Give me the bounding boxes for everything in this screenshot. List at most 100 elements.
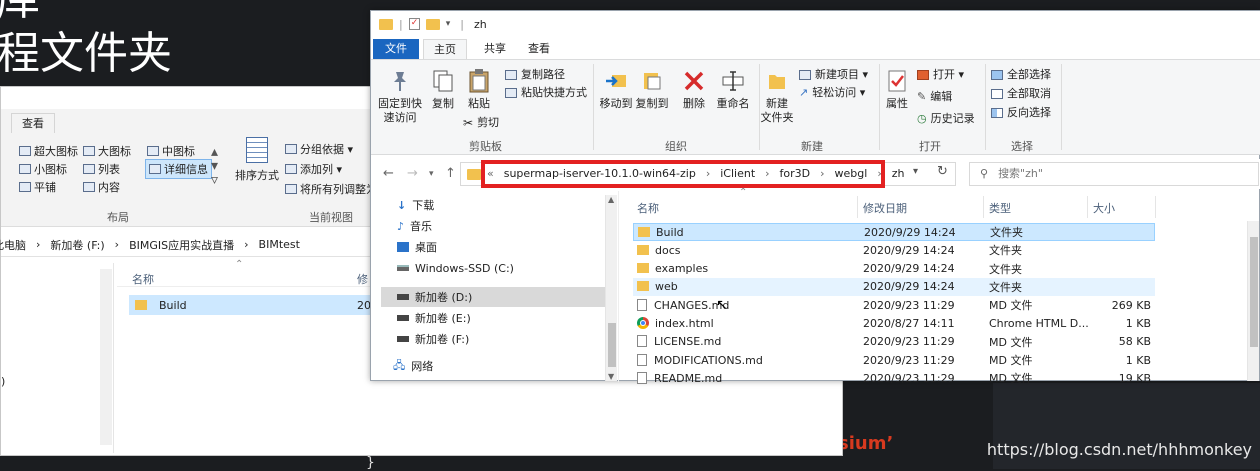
new-folder-qat-icon[interactable] (425, 18, 440, 30)
address-dropdown-icon[interactable]: ▾ (913, 166, 918, 177)
copy-button[interactable]: 复制 (427, 68, 459, 111)
layout-details[interactable]: 详细信息 (145, 159, 212, 179)
column-name[interactable]: 名称 (637, 200, 659, 216)
forward-arrow-icon[interactable]: → (407, 166, 418, 181)
file-size: 1 KB (1125, 317, 1151, 330)
easy-access-icon: ↗ (799, 86, 809, 99)
group-by-button[interactable]: 分组依据 ▾ (285, 141, 353, 157)
crumb[interactable]: BIMtest (259, 238, 300, 251)
column-modified[interactable]: 修改日期 (863, 200, 907, 216)
select-all-button[interactable]: 全部选择 (991, 66, 1051, 84)
layout-tiles[interactable]: 平铺 (19, 179, 56, 195)
paste-shortcut-button[interactable]: 粘贴快捷方式 (505, 84, 587, 102)
layout-icon (149, 164, 161, 174)
nav-item-drive-d[interactable]: 新加卷 (D:) (397, 287, 472, 307)
easy-access-button[interactable]: ↗ 轻松访问 ▾ (799, 84, 865, 102)
front-explorer-window: | ✓ ▾ | zh 文件 主页 共享 查看 固定到快 速访问 复制 粘贴 复制… (370, 10, 1260, 385)
invert-selection-button[interactable]: 反向选择 (991, 104, 1051, 122)
pin-quick-access-button[interactable]: 固定到快 速访问 (377, 68, 423, 125)
nav-item-desktop[interactable]: 桌面 (397, 237, 437, 257)
copy-path-button[interactable]: 复制路径 (505, 66, 565, 84)
sort-icon (246, 137, 268, 163)
file-row[interactable]: Build 2020/9/29 14:24 文件夹 (633, 223, 1155, 241)
layout-large[interactable]: 大图标 (83, 143, 131, 159)
paste-button[interactable]: 粘贴 (463, 68, 495, 111)
file-row[interactable]: README.md 2020/9/23 11:29 MD 文件 19 KB (633, 369, 1155, 387)
file-row[interactable]: index.html 2020/8/27 14:11 Chrome HTML D..… (633, 315, 1155, 333)
move-to-button[interactable]: 移动到 (599, 68, 633, 111)
nav-item-drive-c[interactable]: Windows-SSD (C:) (397, 258, 514, 278)
crumb[interactable]: 新加卷 (F:) (50, 237, 104, 253)
back-tab-view[interactable]: 查看 (11, 113, 55, 133)
qat-dropdown-icon[interactable]: ▾ (446, 19, 451, 29)
refresh-icon[interactable]: ↻ (937, 164, 948, 179)
file-name: Build (656, 225, 684, 239)
column-type[interactable]: 类型 (989, 200, 1011, 216)
layout-icon (19, 164, 31, 174)
tab-view[interactable]: 查看 (519, 39, 559, 59)
crumb[interactable]: BIMGIS应用实战直播 (129, 237, 234, 253)
copy-to-button[interactable]: 复制到 (635, 68, 669, 111)
file-row[interactable]: docs 2020/9/29 14:24 文件夹 (633, 241, 1155, 259)
column-modified[interactable]: 修 (357, 271, 368, 287)
back-arrow-icon[interactable]: ← (383, 166, 394, 181)
add-column-button[interactable]: 添加列 ▾ (285, 161, 342, 177)
folder-icon (637, 281, 649, 292)
delete-button[interactable]: 删除 (677, 68, 711, 111)
layout-content[interactable]: 内容 (83, 179, 120, 195)
column-name[interactable]: 名称 (132, 271, 154, 287)
back-scrollbar[interactable] (100, 269, 112, 445)
file-row[interactable]: MODIFICATIONS.md 2020/9/23 11:29 MD 文件 1 KB (633, 351, 1155, 369)
select-none-button[interactable]: 全部取消 (991, 85, 1051, 103)
scroll-up-icon[interactable]: ▲ (608, 195, 614, 204)
new-folder-button[interactable]: 新建 文件夹 (759, 68, 795, 125)
sort-by-button[interactable]: 排序方式 (235, 137, 279, 183)
layout-icon (83, 164, 95, 174)
crumb[interactable]: 此电脑 (0, 237, 26, 253)
nav-item-music[interactable]: ♪ 音乐 (397, 216, 432, 236)
column-size[interactable]: 大小 (1093, 200, 1115, 216)
file-row[interactable]: CHANGES.md 2020/9/23 11:29 MD 文件 269 KB (633, 296, 1155, 314)
tab-share[interactable]: 共享 (475, 39, 515, 59)
open-button[interactable]: 打开 ▾ (917, 66, 964, 84)
file-name: LICENSE.md (654, 335, 722, 349)
invert-selection-icon (991, 108, 1003, 118)
file-type: 文件夹 (990, 226, 1023, 239)
layout-extra-large[interactable]: 超大图标 (19, 143, 78, 159)
rename-button[interactable]: 重命名 (713, 68, 753, 111)
crumb[interactable]: zh (892, 167, 905, 180)
file-row[interactable]: examples 2020/9/29 14:24 文件夹 (633, 260, 1155, 278)
nav-scroll-thumb[interactable] (608, 323, 616, 367)
nav-item-drive-e[interactable]: 新加卷 (E:) (397, 308, 471, 328)
tab-file[interactable]: 文件 (373, 39, 419, 59)
fit-columns-button[interactable]: 将所有列调整为 (285, 181, 377, 197)
nav-item-network[interactable]: 🖧 网络 (393, 356, 433, 376)
file-row[interactable]: LICENSE.md 2020/9/23 11:29 MD 文件 58 KB (633, 333, 1155, 351)
layout-list[interactable]: 列表 (83, 161, 120, 177)
tab-home[interactable]: 主页 (423, 39, 467, 59)
cut-button[interactable]: ✂ 剪切 (463, 114, 499, 132)
back-file-row[interactable]: Build 20 (129, 295, 379, 315)
properties-qat-icon[interactable]: ✓ (408, 18, 420, 30)
edit-button[interactable]: ✎ 编辑 (917, 88, 952, 106)
search-input[interactable]: ⚲ 搜索"zh" (969, 162, 1259, 186)
recent-chevron-icon[interactable]: ▾ (429, 169, 434, 179)
nav-item-downloads[interactable]: ↓ 下载 (397, 195, 434, 215)
file-type: MD 文件 (989, 354, 1033, 368)
up-arrow-icon[interactable]: ↑ (445, 166, 456, 181)
file-date: 2020/9/29 14:24 (863, 243, 955, 257)
file-row[interactable]: web 2020/9/29 14:24 文件夹 (633, 277, 1155, 296)
nav-scrollbar[interactable]: ▲ ▼ (605, 195, 617, 381)
new-item-button[interactable]: 新建项目 ▾ (799, 66, 868, 84)
list-scrollbar[interactable] (1247, 221, 1259, 381)
list-scroll-thumb[interactable] (1250, 237, 1258, 347)
code-text: sium’ (838, 433, 894, 454)
layout-medium[interactable]: 中图标 (147, 143, 195, 159)
properties-button[interactable]: 属性 (881, 68, 913, 111)
window-separator: | (460, 17, 464, 31)
nav-item-drive-f[interactable]: 新加卷 (F:) (397, 329, 469, 349)
layout-small[interactable]: 小图标 (19, 161, 67, 177)
history-button[interactable]: ◷ 历史记录 (917, 110, 975, 128)
layout-scroll[interactable]: ▴ ▾ ▿ (211, 145, 218, 187)
scroll-down-icon[interactable]: ▼ (608, 372, 614, 381)
